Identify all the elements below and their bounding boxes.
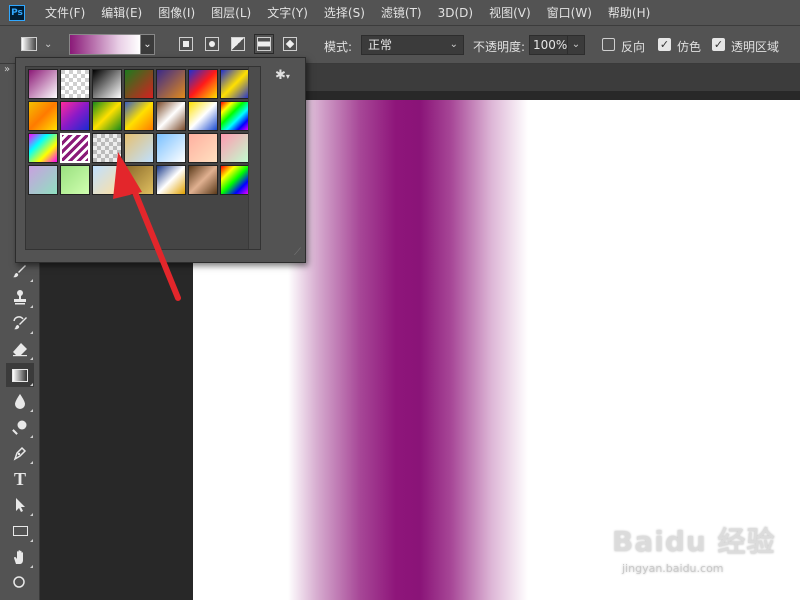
gradient-preset-swatch[interactable] (188, 101, 218, 131)
gradient-preset-swatch[interactable] (60, 69, 90, 99)
gradient-preset-swatch[interactable] (124, 133, 154, 163)
rectangle-tool-icon[interactable] (6, 519, 34, 543)
gradient-preset-swatch[interactable] (156, 101, 186, 131)
eraser-tool-icon[interactable] (6, 337, 34, 361)
dodge-tool-icon[interactable] (6, 415, 34, 439)
gradient-preset-swatch[interactable] (188, 133, 218, 163)
menu-filter[interactable]: 滤镜(T) (373, 4, 430, 21)
gradient-preset-swatch[interactable] (188, 69, 218, 99)
gradient-preset-swatch[interactable] (156, 165, 186, 195)
menubar: Ps 文件(F) 编辑(E) 图像(I) 图层(L) 文字(Y) 选择(S) 滤… (0, 0, 800, 26)
mode-select[interactable]: 正常 ⌄ (361, 35, 464, 55)
clone-stamp-tool-icon[interactable] (6, 285, 34, 309)
gradient-preset-swatch[interactable] (220, 69, 250, 99)
linear-gradient-button[interactable] (179, 37, 193, 51)
gradient-picker-popup: ✱▾ ⟋ (15, 57, 306, 263)
zoom-tool-icon[interactable] (6, 571, 34, 595)
blur-tool-icon[interactable] (6, 389, 34, 413)
pen-tool-icon[interactable] (6, 441, 34, 465)
gradient-preset-swatch[interactable] (60, 133, 90, 163)
watermark-main: Baidu 经验 (612, 525, 776, 558)
presets-scrollbar[interactable] (248, 67, 260, 249)
gradient-preset-swatch[interactable] (60, 101, 90, 131)
mode-chevron-down-icon: ⌄ (449, 39, 458, 50)
gradient-preset-swatch[interactable] (124, 101, 154, 131)
transparency-label: 透明区域 (731, 40, 780, 54)
gradient-tool-icon[interactable] (6, 363, 34, 387)
gradient-preset-swatch[interactable] (220, 101, 250, 131)
resize-grip-icon[interactable]: ⟋ (294, 247, 301, 258)
expand-panel-icon[interactable]: » (4, 64, 10, 75)
gradient-picker-dropdown-button[interactable]: ⌄ (140, 34, 155, 55)
gradient-preset-swatch[interactable] (28, 69, 58, 99)
menu-select[interactable]: 选择(S) (316, 4, 373, 21)
menu-3d[interactable]: 3D(D) (430, 6, 481, 20)
opacity-input[interactable]: 100% (529, 35, 568, 55)
dither-label: 仿色 (677, 40, 702, 54)
gradient-preset-swatch[interactable] (156, 69, 186, 99)
gradient-preset-swatch[interactable] (92, 165, 122, 195)
baidu-jingyan-watermark: Baidu 经验 jingyan.baidu.com (612, 512, 792, 582)
gradient-preset-swatch[interactable] (156, 133, 186, 163)
gradient-preset-swatch[interactable] (188, 165, 218, 195)
gradient-preset-swatch[interactable] (124, 165, 154, 195)
gradient-preset-swatch[interactable] (92, 69, 122, 99)
menu-edit[interactable]: 编辑(E) (93, 4, 150, 21)
mode-label: 模式: (324, 40, 353, 54)
menu-window[interactable]: 窗口(W) (539, 4, 600, 21)
reverse-label: 反向 (621, 40, 646, 54)
menu-help[interactable]: 帮助(H) (600, 4, 658, 21)
gradient-preset-swatch[interactable] (92, 133, 122, 163)
angle-gradient-button[interactable] (231, 37, 245, 51)
opacity-value: 100% (533, 38, 568, 52)
gradient-preset-swatch[interactable] (220, 165, 250, 195)
gradient-preset-swatch[interactable] (28, 101, 58, 131)
watermark-sub: jingyan.baidu.com (622, 562, 724, 575)
radial-gradient-button[interactable] (205, 37, 219, 51)
menu-layer[interactable]: 图层(L) (203, 4, 259, 21)
gear-icon[interactable]: ✱▾ (275, 68, 290, 83)
menu-image[interactable]: 图像(I) (150, 4, 203, 21)
path-selection-tool-icon[interactable] (6, 493, 34, 517)
gradient-preset-swatch[interactable] (220, 133, 250, 163)
reflected-gradient-button[interactable] (254, 34, 274, 54)
hand-tool-icon[interactable] (6, 545, 34, 569)
reverse-checkbox[interactable] (602, 38, 615, 51)
reflected-gradient-fill (288, 100, 528, 600)
dither-checkbox[interactable]: ✓ (658, 38, 671, 51)
opacity-label: 不透明度: (473, 40, 526, 54)
gradient-preset-swatch[interactable] (60, 165, 90, 195)
gradient-preset-swatch[interactable] (92, 101, 122, 131)
transparency-checkbox[interactable]: ✓ (712, 38, 725, 51)
tool-preset-chevron-down-icon[interactable]: ⌄ (44, 39, 52, 50)
type-tool-icon[interactable]: T (6, 467, 34, 491)
photoshop-logo-icon: Ps (9, 4, 25, 21)
gradient-preset-swatch[interactable] (28, 133, 58, 163)
history-brush-tool-icon[interactable] (6, 311, 34, 335)
gradient-preset-swatch[interactable] (124, 69, 154, 99)
diamond-gradient-button[interactable] (283, 37, 297, 51)
mode-value: 正常 (368, 38, 393, 52)
gradient-preset-swatch[interactable] (28, 165, 58, 195)
menu-file[interactable]: 文件(F) (37, 4, 93, 21)
gradient-presets-grid (25, 66, 261, 250)
menu-type[interactable]: 文字(Y) (259, 4, 316, 21)
opacity-slider-button[interactable]: ⌄ (567, 35, 585, 55)
menu-view[interactable]: 视图(V) (481, 4, 539, 21)
gradient-tool-preset-icon[interactable] (21, 37, 37, 51)
gradient-preview-swatch[interactable] (69, 34, 141, 55)
